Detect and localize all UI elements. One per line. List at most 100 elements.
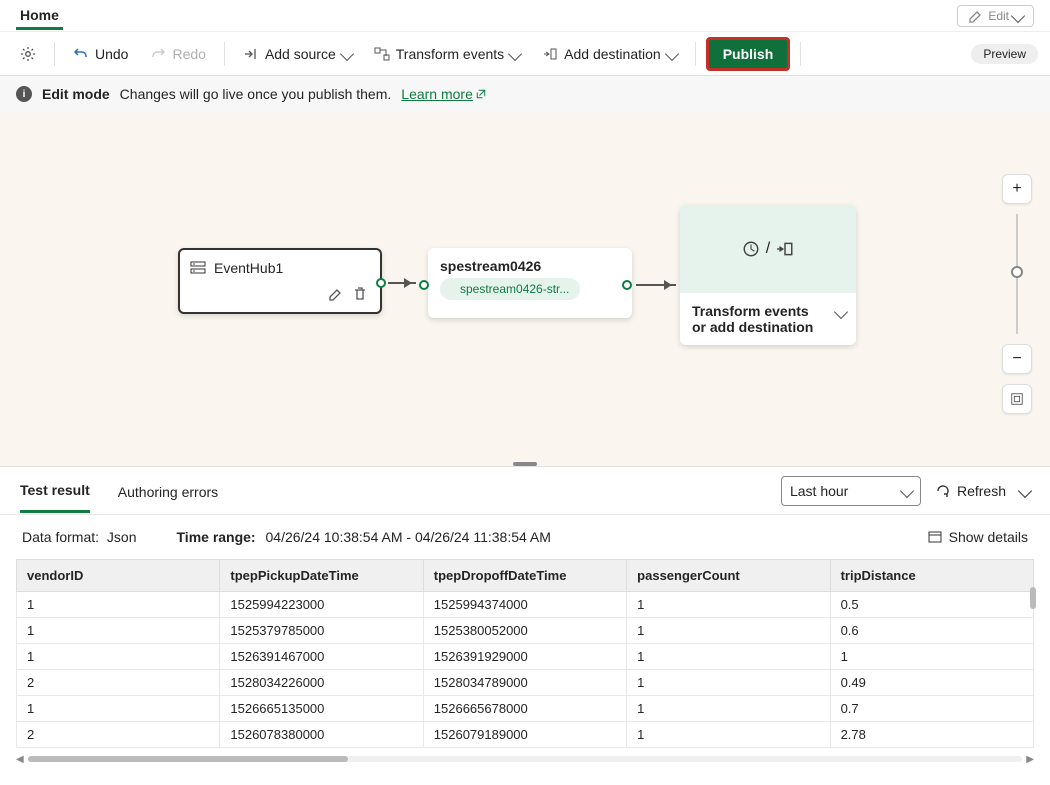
transform-icon <box>742 240 760 258</box>
table-row[interactable]: 11525994223000152599437400010.5 <box>17 592 1034 618</box>
table-cell: 1 <box>17 644 220 670</box>
show-details-button[interactable]: Show details <box>927 529 1028 545</box>
tab-home[interactable]: Home <box>16 1 63 30</box>
table-cell: 1 <box>627 696 830 722</box>
add-source-label: Add source <box>265 46 336 62</box>
redo-button[interactable]: Redo <box>142 42 213 66</box>
table-row[interactable]: 11526391467000152639192900011 <box>17 644 1034 670</box>
undo-icon <box>73 46 89 62</box>
transform-events-button[interactable]: Transform events <box>366 42 528 66</box>
table-cell: 2 <box>17 722 220 748</box>
table-cell: 1525994374000 <box>423 592 626 618</box>
edit-mode-banner: i Edit mode Changes will go live once yo… <box>0 76 1050 112</box>
chevron-down-icon <box>340 46 354 60</box>
add-destination-icon <box>542 46 558 62</box>
fit-icon <box>1010 392 1024 406</box>
chevron-down-icon <box>665 46 679 60</box>
table-header-row: vendorID tpepPickupDateTime tpepDropoffD… <box>17 560 1034 592</box>
settings-button[interactable] <box>12 42 44 66</box>
stream-pill[interactable]: spestream0426-str... <box>440 278 580 300</box>
info-icon: i <box>16 86 32 102</box>
chevron-down-icon[interactable] <box>834 305 848 319</box>
edit-label: Edit <box>988 9 1009 23</box>
learn-more-link[interactable]: Learn more <box>401 86 487 102</box>
node-source-title: EventHub1 <box>214 260 283 276</box>
table-cell: 1528034789000 <box>423 670 626 696</box>
refresh-icon <box>935 483 951 499</box>
panel-resize-handle[interactable] <box>513 462 537 466</box>
details-icon <box>927 529 943 545</box>
zoom-out-button[interactable]: − <box>1002 344 1032 374</box>
zoom-in-button[interactable]: + <box>1002 174 1032 204</box>
table-row[interactable]: 11525379785000152538005200010.6 <box>17 618 1034 644</box>
preview-button[interactable]: Preview <box>971 44 1038 64</box>
collapse-panel-chevron[interactable] <box>1018 483 1032 497</box>
destination-prompt: Transform events or add destination <box>692 303 813 335</box>
table-row[interactable]: 11526665135000152666567800010.7 <box>17 696 1034 722</box>
table-cell: 1526665135000 <box>220 696 423 722</box>
node-stream[interactable]: spestream0426 spestream0426-str... <box>428 248 632 318</box>
chevron-down-icon <box>900 483 914 497</box>
publish-button[interactable]: Publish <box>706 37 791 71</box>
add-source-icon <box>243 46 259 62</box>
table-row[interactable]: 21528034226000152803478900010.49 <box>17 670 1034 696</box>
table-cell: 1526665678000 <box>423 696 626 722</box>
gear-icon <box>20 46 36 62</box>
external-link-icon <box>475 88 487 100</box>
zoom-thumb[interactable] <box>1011 266 1023 278</box>
table-cell: 1 <box>627 618 830 644</box>
add-source-button[interactable]: Add source <box>235 42 360 66</box>
banner-message: Changes will go live once you publish th… <box>120 86 392 102</box>
port-output[interactable] <box>622 280 632 290</box>
undo-button[interactable]: Undo <box>65 42 136 66</box>
column-header[interactable]: vendorID <box>17 560 220 592</box>
time-range-select[interactable]: Last hour <box>781 476 921 506</box>
table-cell: 1 <box>830 644 1033 670</box>
destination-icon <box>776 240 794 258</box>
scroll-left-arrow[interactable]: ◀ <box>16 754 24 765</box>
column-header[interactable]: passengerCount <box>627 560 830 592</box>
divider <box>224 42 225 66</box>
redo-icon <box>150 46 166 62</box>
data-format-label: Data format: <box>22 529 99 545</box>
port-output[interactable] <box>376 278 386 288</box>
connector <box>636 284 676 286</box>
scroll-right-arrow[interactable]: ▶ <box>1026 754 1034 765</box>
add-destination-button[interactable]: Add destination <box>534 42 685 66</box>
pencil-icon <box>968 8 984 24</box>
canvas[interactable]: EventHub1 spestream0426 spestream0426-st… <box>0 112 1050 466</box>
node-destination-placeholder[interactable]: / Transform events or add destination <box>680 205 856 345</box>
pencil-icon[interactable] <box>328 286 344 302</box>
vertical-scrollbar[interactable] <box>1030 587 1036 609</box>
tab-test-result[interactable]: Test result <box>20 468 90 513</box>
data-format-value: Json <box>107 529 137 545</box>
port-input[interactable] <box>419 280 429 290</box>
table-cell: 2 <box>17 670 220 696</box>
table-cell: 1 <box>17 618 220 644</box>
column-header[interactable]: tripDistance <box>830 560 1033 592</box>
connector <box>388 282 416 284</box>
tab-authoring-errors[interactable]: Authoring errors <box>118 470 218 512</box>
add-destination-label: Add destination <box>564 46 661 62</box>
table-cell: 2.78 <box>830 722 1033 748</box>
table-cell: 0.49 <box>830 670 1033 696</box>
table-cell: 1 <box>627 670 830 696</box>
time-range-label: Time range: <box>177 529 256 545</box>
trash-icon[interactable] <box>352 286 368 302</box>
zoom-slider[interactable] <box>1016 214 1018 334</box>
column-header[interactable]: tpepDropoffDateTime <box>423 560 626 592</box>
refresh-button[interactable]: Refresh <box>935 483 1006 499</box>
time-range-value: 04/26/24 10:38:54 AM - 04/26/24 11:38:54… <box>266 529 551 545</box>
horizontal-scrollbar[interactable] <box>28 756 1023 762</box>
node-source[interactable]: EventHub1 <box>178 248 382 314</box>
table-cell: 0.5 <box>830 592 1033 618</box>
fit-to-screen-button[interactable] <box>1002 384 1032 414</box>
table-cell: 1 <box>17 592 220 618</box>
redo-label: Redo <box>172 46 205 62</box>
column-header[interactable]: tpepPickupDateTime <box>220 560 423 592</box>
table-row[interactable]: 21526078380000152607918900012.78 <box>17 722 1034 748</box>
data-grid: vendorID tpepPickupDateTime tpepDropoffD… <box>16 559 1034 748</box>
scrollbar-thumb[interactable] <box>28 756 348 762</box>
table-cell: 1528034226000 <box>220 670 423 696</box>
edit-button[interactable]: Edit <box>957 5 1034 27</box>
